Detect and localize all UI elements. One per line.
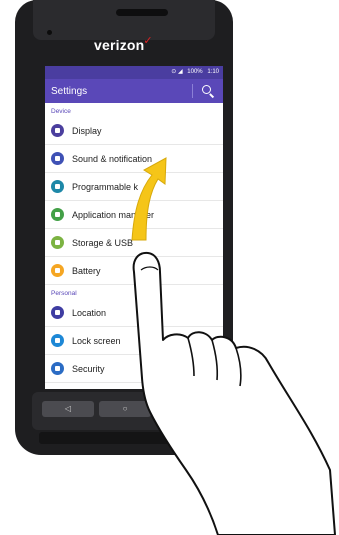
bottom-grip — [39, 432, 209, 444]
app-bar: Settings — [45, 79, 223, 103]
status-time: 1:10 — [207, 69, 219, 75]
lock-screen-icon — [51, 334, 64, 347]
location-icon — [51, 306, 64, 319]
section-header-personal: Personal — [51, 290, 77, 297]
storage-icon — [51, 236, 64, 249]
display-icon — [51, 124, 64, 137]
settings-item-programmable-key[interactable]: Programmable k — [45, 173, 223, 201]
app-bar-divider — [192, 84, 193, 98]
hardware-nav-area: ◁ ○ — [32, 392, 218, 430]
settings-item-sound[interactable]: Sound & notification — [45, 145, 223, 173]
home-button[interactable]: ○ — [99, 401, 151, 417]
battery-icon — [51, 264, 64, 277]
signal-icon: ⊙ ◢ — [171, 69, 183, 75]
settings-screen: ⊙ ◢ 100% 1:10 Settings Device Display So… — [45, 66, 223, 389]
phone-device: verizon✓ ⊙ ◢ 100% 1:10 Settings Device D… — [15, 0, 233, 455]
page-title: Settings — [51, 85, 88, 97]
recent-apps-button[interactable] — [156, 401, 208, 417]
brand-logo: verizon✓ — [94, 35, 153, 53]
settings-item-battery[interactable]: Battery — [45, 257, 223, 285]
sound-icon — [51, 152, 64, 165]
application-manager-icon — [51, 208, 64, 221]
settings-item-display[interactable]: Display — [45, 117, 223, 145]
settings-item-lock-screen[interactable]: Lock screen — [45, 327, 223, 355]
back-button[interactable]: ◁ — [42, 401, 94, 417]
phone-top-bezel — [33, 0, 215, 40]
status-bar: ⊙ ◢ 100% 1:10 — [45, 66, 223, 79]
speaker-grille — [116, 9, 168, 16]
search-icon[interactable] — [201, 84, 215, 98]
security-icon — [51, 362, 64, 375]
settings-item-storage[interactable]: Storage & USB — [45, 229, 223, 257]
section-header-device: Device — [51, 108, 71, 115]
battery-level: 100% — [187, 69, 203, 75]
settings-item-location[interactable]: Location — [45, 299, 223, 327]
settings-item-security[interactable]: Security — [45, 355, 223, 383]
programmable-key-icon — [51, 180, 64, 193]
settings-item-application-manager[interactable]: Application manager — [45, 201, 223, 229]
front-camera — [47, 30, 52, 35]
